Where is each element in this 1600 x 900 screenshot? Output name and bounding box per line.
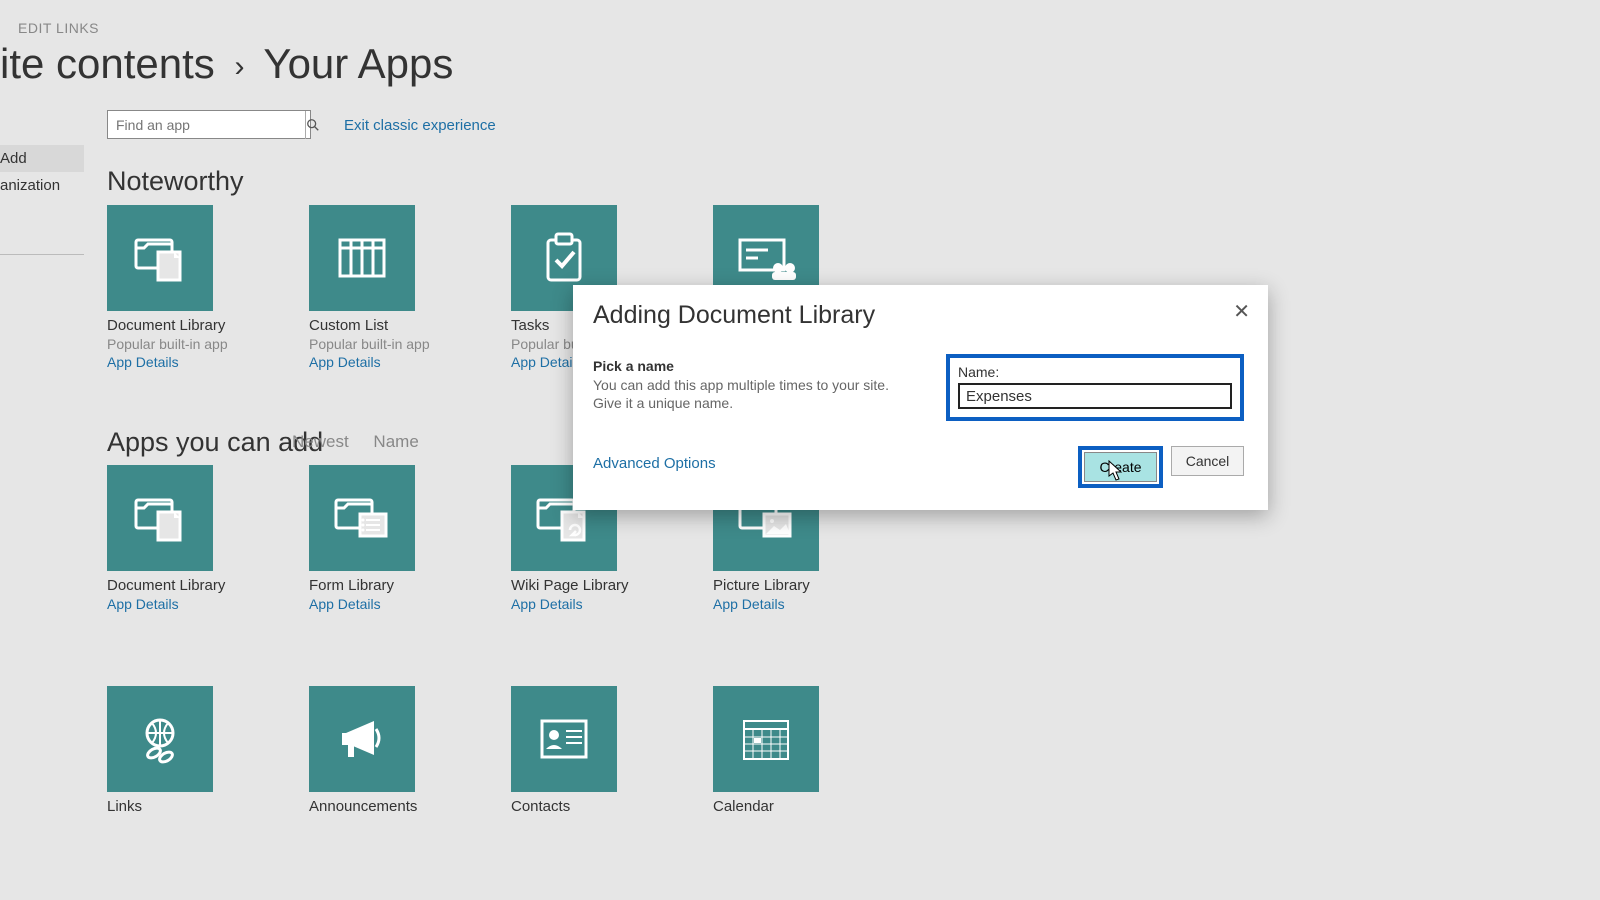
- app-tile-custom-list[interactable]: Custom List Popular built-in app App Det…: [309, 205, 415, 370]
- modal-description-area: Pick a name You can add this app multipl…: [593, 358, 906, 425]
- search-icon[interactable]: [305, 111, 320, 139]
- pick-name-description: You can add this app multiple times to y…: [593, 377, 906, 412]
- sort-name[interactable]: Name: [373, 432, 418, 451]
- sort-links: Newest Name: [292, 432, 439, 452]
- app-title: Announcements: [309, 798, 415, 815]
- sidebar-item-add[interactable]: Add: [0, 145, 84, 172]
- breadcrumb-separator: ›: [234, 50, 244, 83]
- addable-apps-row2: Links Announcements Contacts Calendar: [107, 686, 819, 817]
- app-details-link[interactable]: App Details: [309, 354, 415, 370]
- add-document-library-modal: Adding Document Library ✕ Pick a name Yo…: [573, 285, 1268, 510]
- app-tile-links[interactable]: Links: [107, 686, 213, 817]
- name-input[interactable]: [958, 383, 1232, 409]
- section-addable-heading: Apps you can add: [107, 427, 323, 458]
- app-details-link[interactable]: App Details: [309, 596, 415, 612]
- app-title: Custom List: [309, 317, 415, 334]
- cancel-button[interactable]: Cancel: [1171, 446, 1244, 476]
- app-title: Contacts: [511, 798, 617, 815]
- breadcrumb-part1[interactable]: ite contents: [0, 40, 215, 87]
- search-input[interactable]: [108, 113, 305, 137]
- app-title: Calendar: [713, 798, 819, 815]
- search-box[interactable]: [107, 110, 311, 139]
- app-title: Picture Library: [713, 577, 819, 594]
- document-library-icon: [107, 465, 213, 571]
- app-tile-announcements[interactable]: Announcements: [309, 686, 415, 817]
- breadcrumb: ite contents › Your Apps: [0, 40, 453, 88]
- sidebar-divider: [0, 254, 84, 255]
- announcements-icon: [309, 686, 415, 792]
- sort-newest[interactable]: Newest: [292, 432, 349, 451]
- app-tile-contacts[interactable]: Contacts: [511, 686, 617, 817]
- app-subtitle: Popular built-in app: [107, 336, 213, 352]
- create-button-highlighted: Create: [1078, 446, 1163, 488]
- app-tile-calendar[interactable]: Calendar: [713, 686, 819, 817]
- calendar-icon: [713, 686, 819, 792]
- document-library-icon: [107, 205, 213, 311]
- contacts-icon: [511, 686, 617, 792]
- app-title: Document Library: [107, 317, 213, 334]
- form-library-icon: [309, 465, 415, 571]
- app-subtitle: Popular built-in app: [309, 336, 415, 352]
- name-label: Name:: [958, 364, 1232, 380]
- modal-title: Adding Document Library: [593, 301, 1244, 330]
- close-icon[interactable]: ✕: [1229, 299, 1254, 324]
- app-title: Wiki Page Library: [511, 577, 617, 594]
- app-details-link[interactable]: App Details: [511, 596, 617, 612]
- links-icon: [107, 686, 213, 792]
- app-details-link[interactable]: App Details: [713, 596, 819, 612]
- custom-list-icon: [309, 205, 415, 311]
- section-noteworthy-heading: Noteworthy: [107, 166, 244, 197]
- app-tile-document-library-2[interactable]: Document Library App Details: [107, 465, 213, 612]
- app-tile-document-library[interactable]: Document Library Popular built-in app Ap…: [107, 205, 213, 370]
- name-field-highlighted: Name:: [946, 354, 1244, 421]
- app-details-link[interactable]: App Details: [107, 596, 213, 612]
- app-details-link[interactable]: App Details: [107, 354, 213, 370]
- modal-buttons: Create Cancel: [1078, 446, 1244, 488]
- app-title: Document Library: [107, 577, 213, 594]
- sidebar: Add anization: [0, 145, 84, 255]
- breadcrumb-part2: Your Apps: [263, 40, 453, 87]
- advanced-options-link[interactable]: Advanced Options: [593, 455, 716, 472]
- app-tile-form-library[interactable]: Form Library App Details: [309, 465, 415, 612]
- exit-classic-link[interactable]: Exit classic experience: [344, 117, 496, 134]
- app-title: Links: [107, 798, 213, 815]
- edit-links-label[interactable]: EDIT LINKS: [18, 20, 99, 36]
- sidebar-item-organization[interactable]: anization: [0, 172, 84, 199]
- app-title: Form Library: [309, 577, 415, 594]
- pick-name-label: Pick a name: [593, 358, 906, 374]
- create-button[interactable]: Create: [1084, 452, 1157, 482]
